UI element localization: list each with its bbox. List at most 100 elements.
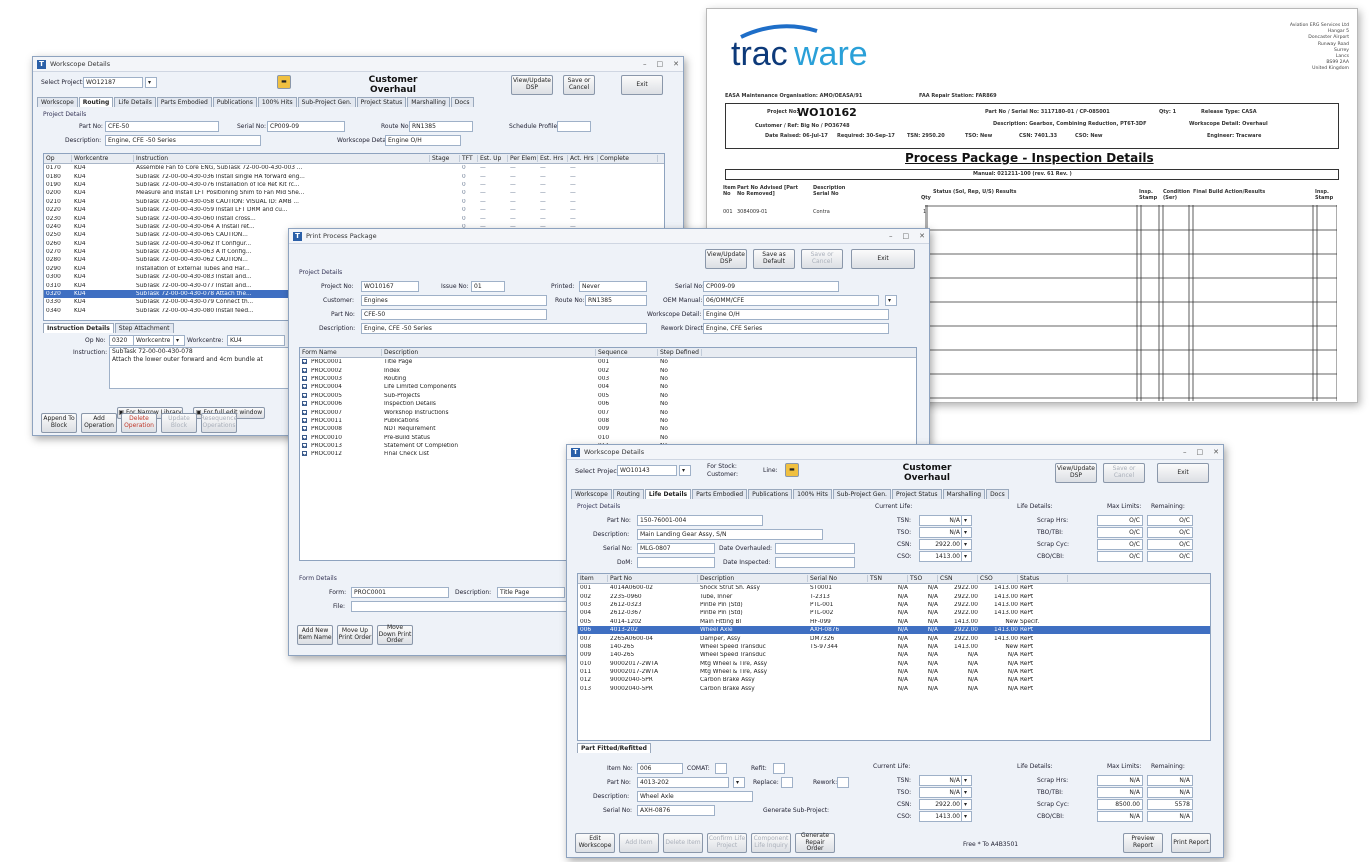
column-header-status[interactable]: Status — [1018, 575, 1068, 582]
serial-no-field[interactable]: MLG-0807 — [637, 543, 715, 554]
tab-life-details[interactable]: Life Details — [644, 489, 692, 499]
column-header-description[interactable]: Description — [382, 349, 596, 356]
column-header-complete[interactable]: Complete — [598, 155, 658, 162]
remaining-field[interactable]: N/A — [1147, 775, 1193, 786]
table-row[interactable]: 0190 KU4 SubTask 72-00-00-430-076 Installa… — [44, 181, 664, 189]
column-header-sequence[interactable]: Sequence — [596, 349, 658, 356]
tab-100-hits[interactable]: 100% Hits — [793, 489, 832, 499]
minimize-icon[interactable]: – — [643, 60, 647, 68]
tab-marshalling[interactable]: Marshalling — [942, 489, 986, 499]
column-header-serial-no[interactable]: Serial No — [808, 575, 868, 582]
delete-operation-button[interactable]: Delete Operation — [121, 413, 157, 433]
remaining-field[interactable]: N/A — [1147, 787, 1193, 798]
comat-checkbox[interactable] — [715, 763, 727, 774]
table-row[interactable]: PROC0004 Life Limited Components 004 No — [300, 383, 916, 391]
tab-parts-embodied[interactable]: Parts Embodied — [692, 489, 748, 499]
column-header-tso[interactable]: TSO — [908, 575, 938, 582]
remaining-field[interactable]: N/A — [1147, 811, 1193, 822]
table-row[interactable]: 006 4013-202 Wheel Axle AXH-0876 N/A N/A 2922.… — [578, 625, 1210, 635]
life-dropdown-icon[interactable]: ▾ — [961, 551, 972, 562]
table-row[interactable]: 008 140-265 Wheel Speed Transduc TS-97344 N/… — [578, 643, 1210, 651]
checkbox-icon[interactable] — [302, 417, 307, 423]
checkbox-icon[interactable] — [302, 392, 307, 398]
life-value-field[interactable]: N/A — [919, 775, 963, 786]
column-header-part-no[interactable]: Part No — [608, 575, 698, 582]
column-header-op[interactable]: Op — [44, 155, 72, 162]
life-components-grid[interactable]: Item Part No Description Serial No TSN TSO CSN… — [577, 573, 1211, 741]
column-header-act-hrs[interactable]: Act. Hrs — [568, 155, 598, 162]
life-dropdown-icon[interactable]: ▾ — [961, 515, 972, 526]
checkbox-icon[interactable] — [302, 451, 307, 457]
refit-checkbox[interactable] — [773, 763, 785, 774]
tab-routing[interactable]: Routing — [78, 97, 114, 107]
max-limit-field[interactable]: 8500.00 — [1097, 799, 1143, 810]
op-no-field[interactable]: 0320 — [109, 335, 135, 346]
rework-checkbox[interactable] — [837, 777, 849, 788]
checkbox-icon[interactable] — [302, 426, 307, 432]
column-header-tsn[interactable]: TSN — [868, 575, 908, 582]
route-no-field[interactable]: RN1385 — [585, 295, 647, 306]
delete-item-button[interactable]: Delete Item — [663, 833, 703, 853]
add-operation-button[interactable]: Add Operation — [81, 413, 117, 433]
table-row[interactable]: 0210 KU4 SubTask 72-00-00-430-058 CAUTION:… — [44, 198, 664, 206]
move-up-print-order-button[interactable]: Move Up Print Order — [337, 625, 373, 645]
add-item-button[interactable]: Add Item — [619, 833, 659, 853]
issue-no-field[interactable]: 01 — [471, 281, 505, 292]
max-limit-field[interactable]: O/C — [1097, 527, 1143, 538]
remaining-field[interactable]: O/C — [1147, 551, 1193, 562]
checkbox-icon[interactable] — [302, 401, 307, 407]
table-row[interactable]: PROC0005 Sub-Projects 005 No — [300, 392, 916, 400]
exit-button[interactable]: Exit — [851, 249, 915, 269]
tab-sub-project-gen[interactable]: Sub-Project Gen. — [297, 97, 356, 107]
table-row[interactable]: PROC0006 Inspection Details 006 No — [300, 400, 916, 408]
table-row[interactable]: 011 90002017-2WTA Mtg Wheel & Tire, Assy N/… — [578, 668, 1210, 676]
part-no-dropdown-icon[interactable]: ▾ — [733, 777, 745, 788]
description-fitted-field[interactable]: Wheel Axle — [637, 791, 753, 802]
table-row[interactable]: PROC0008 NDT Requirement 009 No — [300, 425, 916, 433]
column-header-item[interactable]: Item — [578, 575, 608, 582]
tab-project-status[interactable]: Project Status — [356, 97, 407, 107]
minimize-icon[interactable]: – — [1183, 448, 1187, 456]
part-no-fitted-field[interactable]: 4013-202 — [637, 777, 729, 788]
column-header-csn[interactable]: CSN — [938, 575, 978, 582]
life-dropdown-icon[interactable]: ▾ — [961, 527, 972, 538]
save-cancel-button[interactable]: Save or Cancel — [563, 75, 595, 95]
remaining-field[interactable]: O/C — [1147, 539, 1193, 550]
table-row[interactable]: 0230 KU4 SubTask 72-00-00-430-060 Install … — [44, 214, 664, 222]
edit-workscope-button[interactable]: Edit Workscope — [575, 833, 615, 853]
date-overhauled-field[interactable] — [775, 543, 855, 554]
date-inspected-field[interactable] — [775, 557, 855, 568]
maximize-icon[interactable]: □ — [657, 60, 664, 68]
project-no-field[interactable]: WO10167 — [361, 281, 419, 292]
checkbox-icon[interactable] — [302, 375, 307, 381]
workscope-detail-field[interactable]: Engine O/H — [385, 135, 461, 146]
checkbox-icon[interactable] — [302, 384, 307, 390]
confirm-life-project-button[interactable]: Confirm Life Project — [707, 833, 747, 853]
close-icon[interactable]: ✕ — [673, 60, 679, 68]
tab-100-hits[interactable]: 100% Hits — [257, 97, 297, 107]
op-type-field[interactable]: Workcentre — [133, 335, 175, 346]
table-row[interactable]: PROC0011 Publications 008 No — [300, 417, 916, 425]
table-row[interactable]: 001 4014A0600-02 Shock Strut Sh. Assy ST000… — [578, 584, 1210, 592]
save-default-button[interactable]: Save as Default — [753, 249, 795, 269]
part-no-field[interactable]: 150-76001-004 — [637, 515, 763, 526]
max-limit-field[interactable]: N/A — [1097, 775, 1143, 786]
save-cancel-button[interactable]: Save or Cancel — [1103, 463, 1145, 483]
life-value-field[interactable]: 1413.00 — [919, 811, 963, 822]
table-row[interactable]: 013 90002040-5PR Carbon Brake Assy N/A N/A N/… — [578, 685, 1210, 693]
max-limit-field[interactable]: O/C — [1097, 515, 1143, 526]
column-header-form-name[interactable]: Form Name — [300, 349, 382, 356]
add-new-item-name-button[interactable]: Add New Item Name — [297, 625, 333, 645]
tab-marshalling[interactable]: Marshalling — [407, 97, 450, 107]
exit-button[interactable]: Exit — [1157, 463, 1209, 483]
table-row[interactable]: PROC0003 Routing 003 No — [300, 375, 916, 383]
column-header-workcentre[interactable]: Workcentre — [72, 155, 134, 162]
description-field[interactable]: Engine, CFE -50 Series — [105, 135, 261, 146]
update-block-button[interactable]: Update Block — [161, 413, 197, 433]
life-dropdown-icon[interactable]: ▾ — [961, 799, 972, 810]
oem-dropdown-icon[interactable]: ▾ — [885, 295, 897, 306]
project-dropdown-icon[interactable]: ▾ — [679, 465, 691, 476]
close-icon[interactable]: ✕ — [1213, 448, 1219, 456]
view-update-dsp-button[interactable]: View/Update DSP — [511, 75, 553, 95]
column-header-cso[interactable]: CSO — [978, 575, 1018, 582]
